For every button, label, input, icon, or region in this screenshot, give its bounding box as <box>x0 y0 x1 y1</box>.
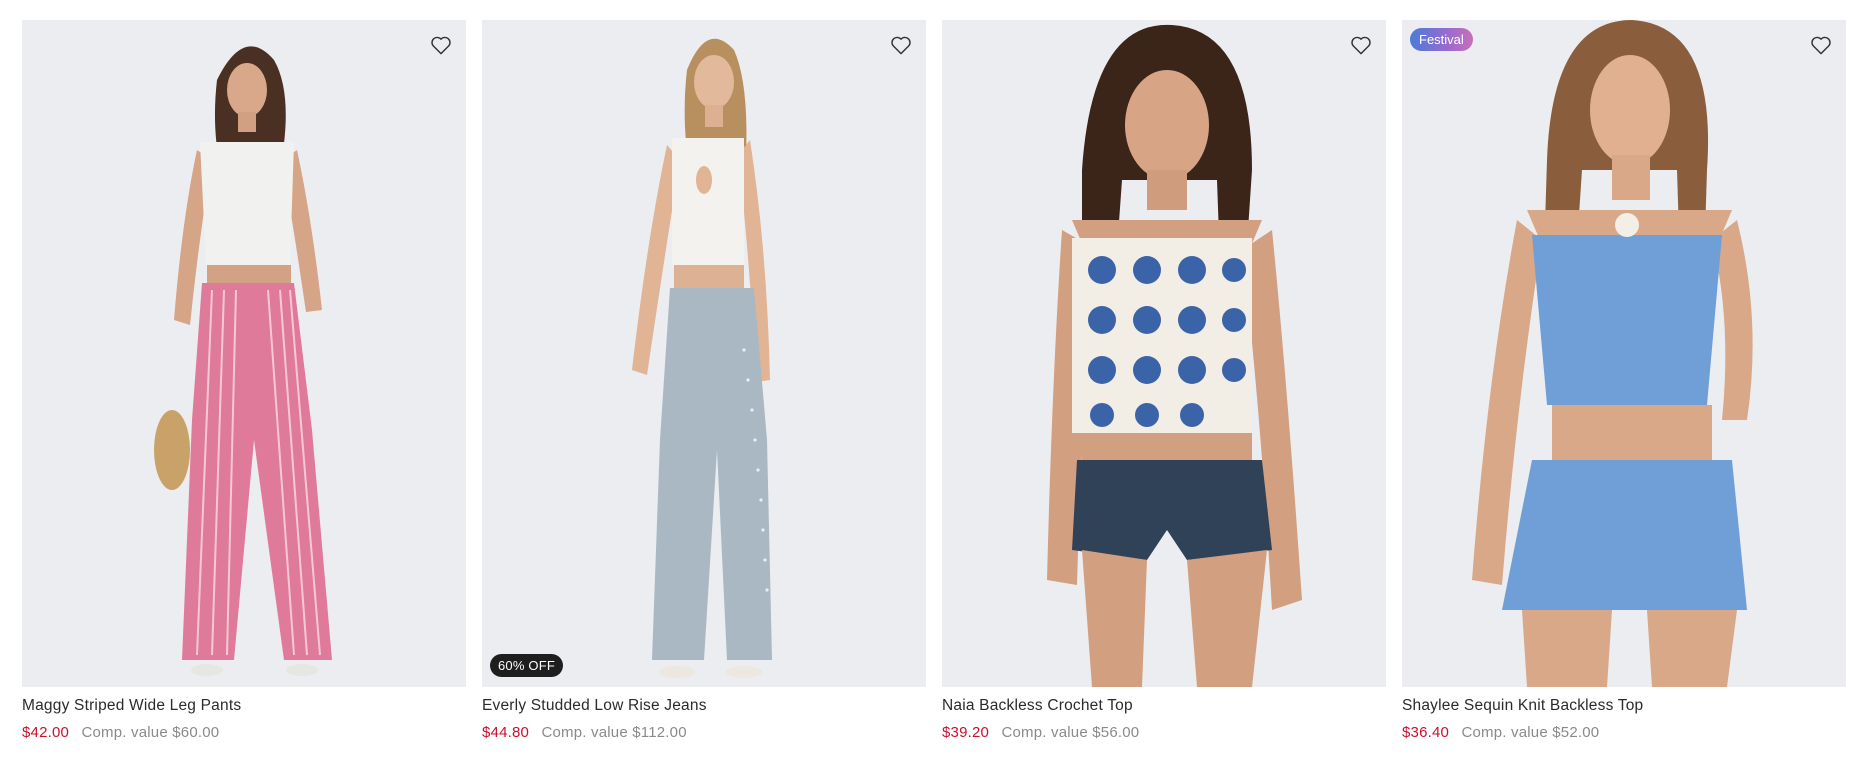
price-row: $36.40 Comp. value $52.00 <box>1402 724 1846 741</box>
product-image[interactable] <box>942 20 1386 687</box>
model-photo-studded-jeans <box>632 38 772 678</box>
price-row: $39.20 Comp. value $56.00 <box>942 724 1386 741</box>
product-card[interactable]: Maggy Striped Wide Leg Pants $42.00 Comp… <box>22 20 466 741</box>
comp-value: Comp. value $56.00 <box>1001 724 1140 741</box>
wishlist-button[interactable] <box>426 30 456 60</box>
product-name[interactable]: Naia Backless Crochet Top <box>942 697 1386 715</box>
wishlist-button[interactable] <box>886 30 916 60</box>
heart-outline-icon <box>1351 36 1371 55</box>
price-row: $44.80 Comp. value $112.00 <box>482 724 926 741</box>
heart-outline-icon <box>891 36 911 55</box>
model-photo-crochet-top <box>1047 24 1302 687</box>
sale-price: $39.20 <box>942 724 990 741</box>
price-row: $42.00 Comp. value $60.00 <box>22 724 466 741</box>
product-card[interactable]: Naia Backless Crochet Top $39.20 Comp. v… <box>942 20 1386 741</box>
product-grid: Maggy Striped Wide Leg Pants $42.00 Comp… <box>22 20 1847 741</box>
sale-price: $44.80 <box>482 724 530 741</box>
product-image[interactable] <box>22 20 466 687</box>
heart-outline-icon <box>431 36 451 55</box>
product-name[interactable]: Everly Studded Low Rise Jeans <box>482 697 926 715</box>
wishlist-button[interactable] <box>1806 30 1836 60</box>
product-card[interactable]: 60% OFF Everly Studded Low Rise Jeans $4… <box>482 20 926 741</box>
sale-price: $36.40 <box>1402 724 1450 741</box>
model-photo-pink-striped-pants <box>154 46 332 676</box>
wishlist-button[interactable] <box>1346 30 1376 60</box>
product-image[interactable]: 60% OFF <box>482 20 926 687</box>
heart-outline-icon <box>1811 36 1831 55</box>
product-card[interactable]: Festival Shaylee Sequin Knit Backless To… <box>1402 20 1846 741</box>
product-image[interactable]: Festival <box>1402 20 1846 687</box>
sale-price: $42.00 <box>22 724 70 741</box>
comp-value: Comp. value $52.00 <box>1461 724 1600 741</box>
comp-value: Comp. value $60.00 <box>81 724 220 741</box>
product-name[interactable]: Shaylee Sequin Knit Backless Top <box>1402 697 1846 715</box>
festival-badge: Festival <box>1410 28 1473 51</box>
model-photo-sequin-knit-set <box>1472 20 1753 687</box>
comp-value: Comp. value $112.00 <box>541 724 687 741</box>
product-name[interactable]: Maggy Striped Wide Leg Pants <box>22 697 466 715</box>
discount-badge: 60% OFF <box>490 654 564 677</box>
